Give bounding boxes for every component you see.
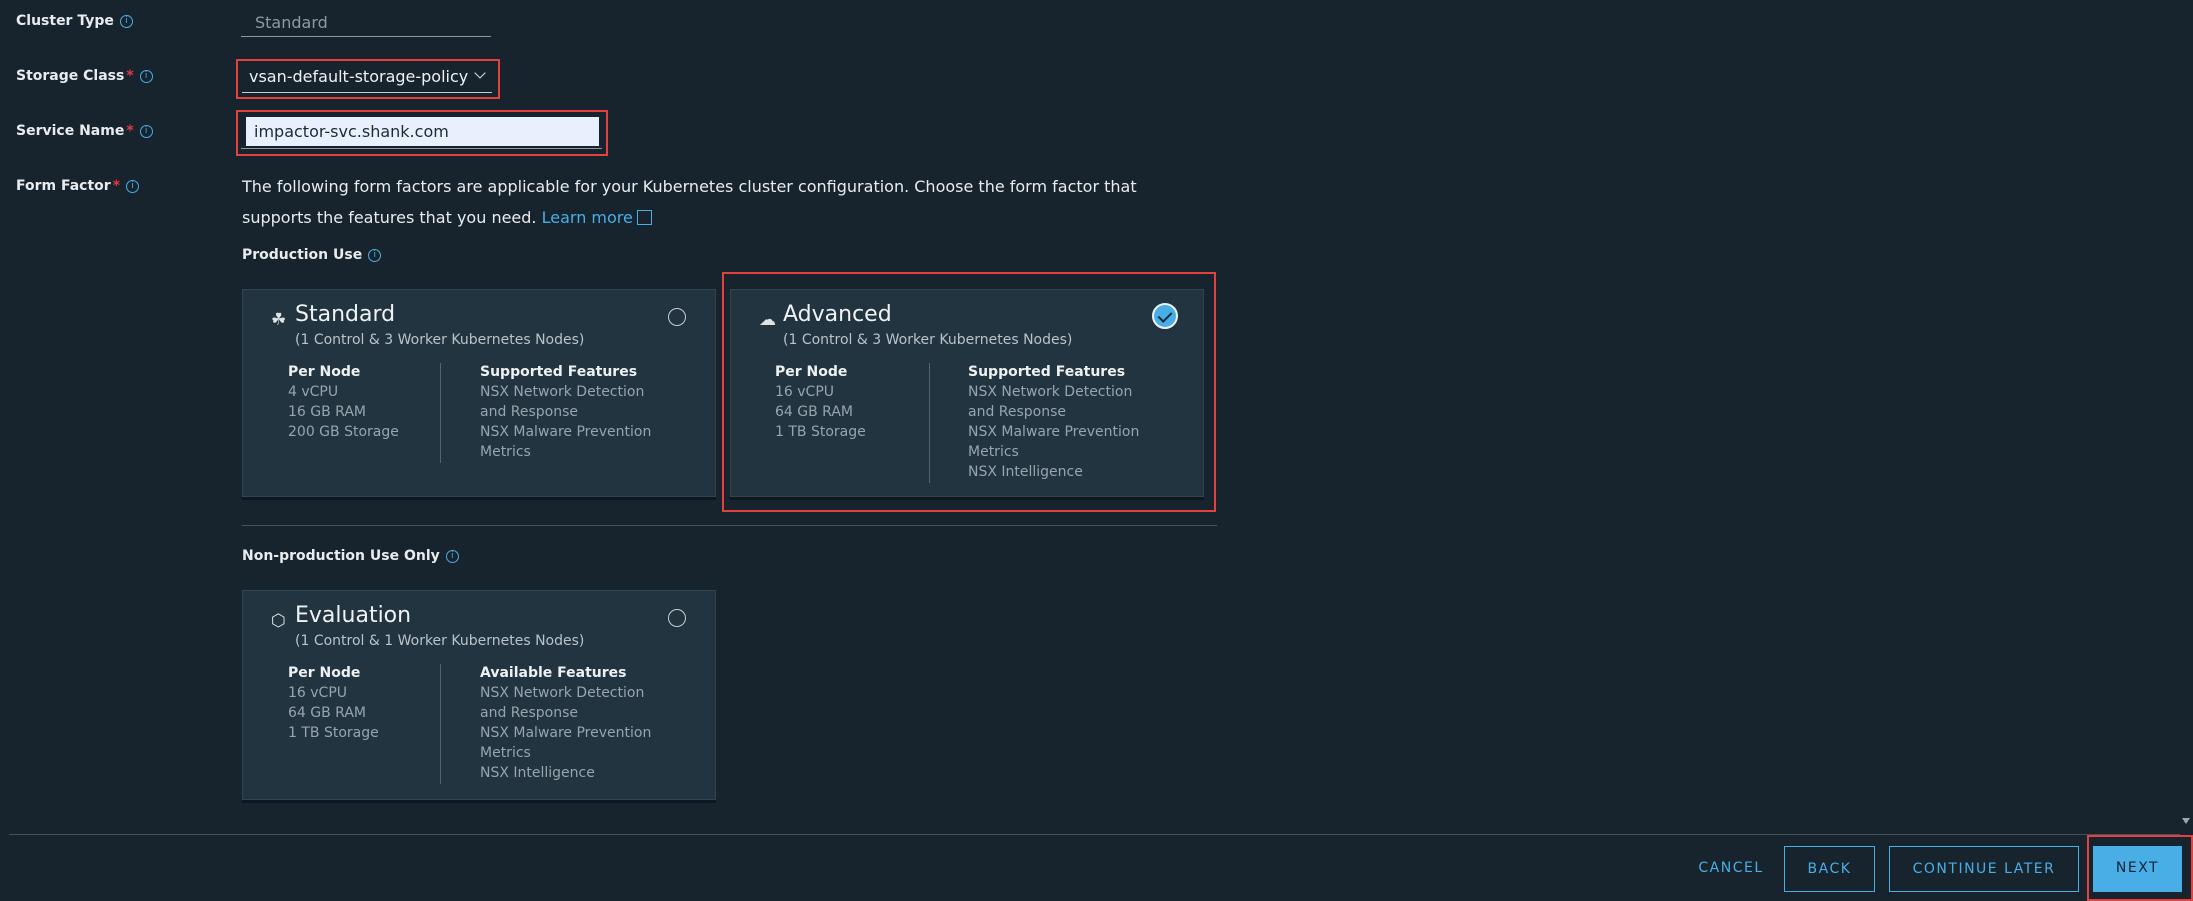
spec-cpu: 16 vCPU (288, 685, 348, 701)
cluster-type-field (241, 9, 491, 37)
scroll-down-arrow-icon[interactable] (2182, 818, 2190, 824)
highlight-advanced-card (722, 272, 1216, 512)
info-icon[interactable]: i (368, 248, 382, 262)
feature-item: NSX Intelligence (480, 765, 595, 781)
scrollbar[interactable] (2179, 0, 2193, 834)
cluster-type-label-text: Cluster Type (16, 13, 114, 29)
feature-item: and Response (480, 404, 579, 420)
features-heading: Available Features (480, 665, 627, 681)
feature-item: NSX Malware Prevention (480, 424, 652, 440)
card-title: Evaluation (295, 603, 412, 628)
required-asterisk: * (112, 178, 121, 194)
features-column: Available Features NSX Network Detection… (480, 663, 651, 783)
feature-item: and Response (480, 705, 579, 721)
service-name-label: Service Name * i (16, 123, 153, 139)
info-icon[interactable]: i (126, 179, 140, 193)
hexagon-icon: ⬡ (271, 611, 286, 631)
form-factor-label-text: Form Factor (16, 178, 111, 194)
card-subtitle: (1 Control & 3 Worker Kubernetes Nodes) (295, 332, 585, 348)
required-asterisk: * (126, 68, 134, 84)
cancel-button[interactable]: CANCEL (1683, 846, 1779, 892)
form-factor-card-evaluation[interactable]: ⬡ Evaluation (1 Control & 1 Worker Kuber… (242, 590, 716, 800)
features-column: Supported Features NSX Network Detection… (480, 362, 651, 462)
info-icon[interactable]: i (445, 549, 459, 563)
card-subtitle: (1 Control & 1 Worker Kubernetes Nodes) (295, 633, 585, 649)
footer-divider (9, 834, 2180, 835)
card-divider (440, 664, 441, 784)
production-use-heading: Production Use i (242, 247, 382, 263)
card-divider (440, 363, 441, 463)
cluster-type-label: Cluster Type i (16, 13, 133, 29)
feature-item: NSX Malware Prevention (480, 725, 652, 741)
required-asterisk: * (126, 123, 134, 139)
learn-more-link[interactable]: Learn more (542, 208, 633, 227)
nonproduction-text: Non-production Use Only (242, 548, 440, 564)
info-icon[interactable]: i (139, 69, 153, 83)
per-node-heading: Per Node (288, 364, 361, 380)
feature-item: Metrics (480, 745, 531, 761)
form-factor-radio-evaluation[interactable] (668, 609, 686, 627)
service-name-label-text: Service Name (16, 123, 125, 139)
form-factor-radio-standard[interactable] (668, 308, 686, 326)
form-factor-description-text: The following form factors are applicabl… (242, 177, 1137, 227)
per-node-heading: Per Node (288, 665, 361, 681)
spec-ram: 64 GB RAM (288, 705, 366, 721)
spec-storage: 200 GB Storage (288, 424, 399, 440)
cluster-icon: ☘ (271, 310, 287, 330)
features-heading: Supported Features (480, 364, 638, 380)
highlight-next-button (2087, 835, 2193, 901)
continue-later-button[interactable]: CONTINUE LATER (1889, 846, 2079, 892)
form-factor-card-standard[interactable]: ☘ Standard (1 Control & 3 Worker Kuberne… (242, 289, 716, 497)
highlight-storage-class (236, 59, 500, 99)
highlight-service-name (236, 110, 608, 156)
section-divider (242, 525, 1217, 526)
per-node-column: Per Node 4 vCPU 16 GB RAM 200 GB Storage (288, 362, 399, 442)
production-use-text: Production Use (242, 247, 363, 263)
spec-storage: 1 TB Storage (288, 725, 379, 741)
back-button[interactable]: BACK (1784, 846, 1875, 892)
per-node-column: Per Node 16 vCPU 64 GB RAM 1 TB Storage (288, 663, 379, 743)
form-factor-label: Form Factor * i (16, 178, 140, 194)
nonproduction-heading: Non-production Use Only i (242, 548, 459, 564)
spec-ram: 16 GB RAM (288, 404, 366, 420)
info-icon[interactable]: i (119, 14, 133, 28)
feature-item: NSX Network Detection (480, 685, 645, 701)
form-factor-description: The following form factors are applicabl… (242, 171, 1142, 233)
feature-item: NSX Network Detection (480, 384, 645, 400)
feature-item: Metrics (480, 444, 531, 460)
card-title: Standard (295, 302, 396, 327)
spec-cpu: 4 vCPU (288, 384, 339, 400)
info-icon[interactable]: i (139, 124, 153, 138)
storage-class-label: Storage Class * i (16, 68, 153, 84)
external-link-icon[interactable] (636, 210, 652, 225)
storage-class-label-text: Storage Class (16, 68, 125, 84)
